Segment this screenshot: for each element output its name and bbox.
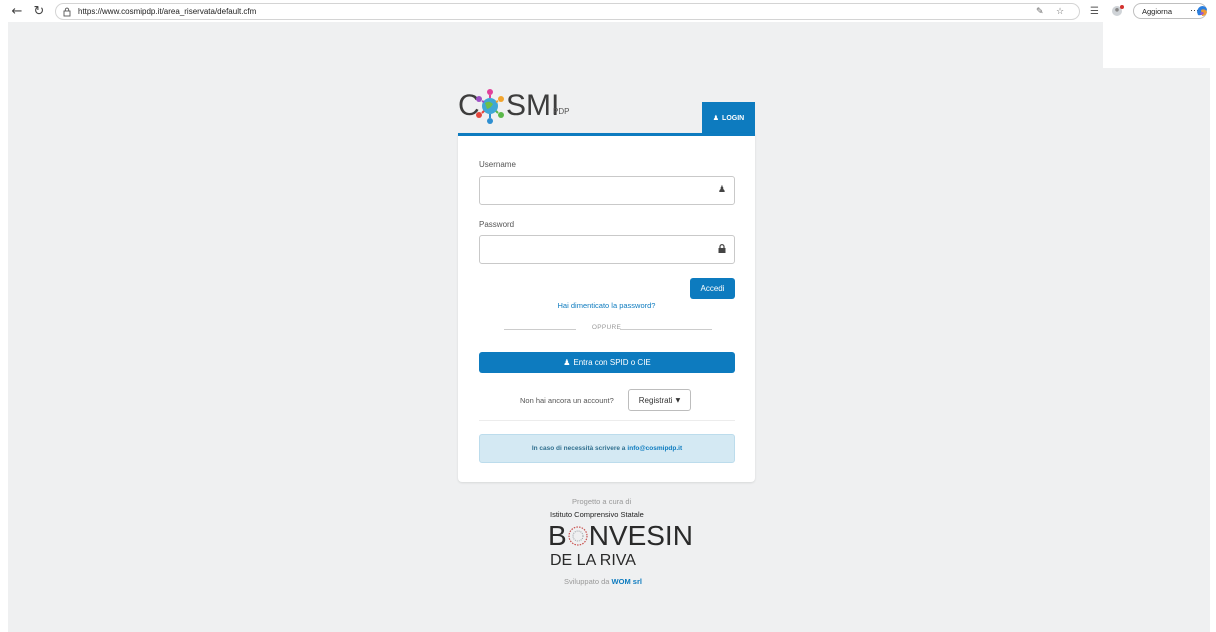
login-submit-button[interactable]: Accedi [690, 278, 735, 299]
developer-link[interactable]: WOM srl [612, 577, 642, 586]
login-tab-label: LOGIN [722, 114, 745, 122]
contact-info-text: In caso di necessità scrivere a [531, 445, 626, 452]
caret-down-icon: ▼ [675, 396, 681, 404]
white-overlay-panel [1103, 22, 1210, 68]
password-field[interactable] [479, 235, 735, 264]
contact-info-alert: In caso di necessità scrivere a info@cos… [479, 434, 735, 463]
school-subtitle: DE LA RIVA [550, 552, 636, 569]
reload-icon[interactable]: ↻ [30, 2, 48, 20]
school-name-first-letter: B [548, 520, 567, 551]
user-icon: ♟ [563, 358, 571, 367]
username-field[interactable]: ♟ [479, 176, 735, 205]
browser-toolbar: ← ↻ https://www.cosmipdp.it/area_riserva… [0, 0, 1216, 22]
back-arrow-icon[interactable]: ← [8, 2, 26, 20]
login-card: Username ♟ Password Accedi Hai dimentica… [458, 133, 755, 482]
spid-cie-login-button[interactable]: ♟ Entra con SPID o CIE [479, 352, 735, 373]
developed-by-text: Sviluppato da WOM srl [564, 577, 642, 586]
logo-pdp: PDP [553, 107, 570, 116]
divider-line-right [620, 329, 712, 330]
login-tab[interactable]: ♟ LOGIN [702, 102, 755, 134]
url-text: https://www.cosmipdp.it/area_riservata/d… [78, 7, 257, 16]
cosmi-logo: C SMI PDP [458, 85, 618, 129]
contact-email-link[interactable]: info@cosmipdp.it [627, 445, 682, 452]
update-label: Aggiorna [1142, 6, 1173, 16]
copilot-icon[interactable] [1195, 4, 1209, 18]
school-emblem-icon [568, 526, 588, 546]
globe-people-logo-icon [476, 89, 504, 124]
no-account-text: Non hai ancora un account? [520, 396, 614, 405]
lock-icon [718, 244, 726, 256]
user-icon: ♟ [717, 185, 726, 195]
register-dropdown-button[interactable]: Registrati ▼ [628, 389, 691, 411]
username-label: Username [479, 160, 516, 169]
user-icon: ♟ [712, 114, 720, 122]
read-aloud-icon[interactable]: ✎ [1036, 4, 1044, 19]
register-label: Registrati [638, 395, 673, 405]
profile-avatar-icon[interactable] [1111, 3, 1125, 19]
favorite-star-icon[interactable]: ☆ [1056, 4, 1064, 19]
address-bar[interactable]: https://www.cosmipdp.it/area_riservata/d… [55, 3, 1080, 20]
favorites-list-icon[interactable]: ☰ [1090, 3, 1099, 19]
site-info-icon[interactable] [62, 7, 72, 17]
spid-button-label: Entra con SPID o CIE [573, 358, 651, 367]
forgot-password-link[interactable]: Hai dimenticato la password? [458, 301, 755, 310]
school-logo-name: B NVESIN [548, 520, 693, 552]
institute-text: Istituto Comprensivo Statale [550, 510, 644, 519]
school-name-rest: NVESIN [588, 520, 693, 551]
developed-by-label: Sviluppato da [564, 577, 610, 586]
section-separator [479, 420, 735, 421]
project-by-text: Progetto a cura di [572, 497, 632, 506]
password-label: Password [479, 220, 515, 229]
logo-text-smi: SMI [506, 89, 560, 122]
